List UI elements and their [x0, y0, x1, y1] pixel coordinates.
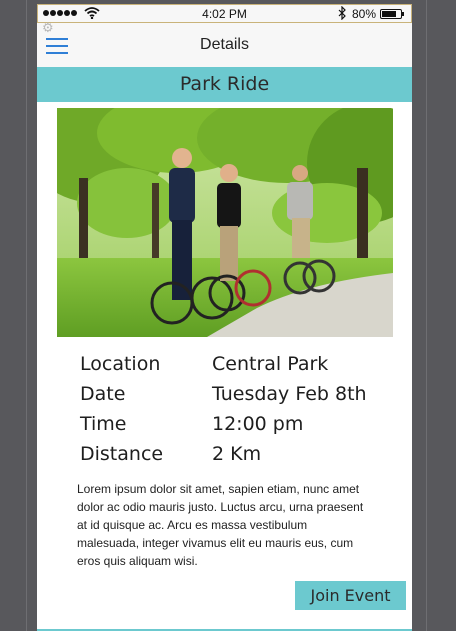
detail-label: Time: [80, 413, 127, 435]
status-bar: 4:02 PM 80%: [37, 4, 412, 23]
event-details: Location Central Park Date Tuesday Feb 8…: [80, 349, 400, 469]
frame-line-left: [26, 0, 27, 631]
detail-row-time: Time 12:00 pm: [80, 409, 400, 439]
event-title-banner: Park Ride: [37, 67, 412, 102]
battery-percent: 80%: [352, 7, 377, 21]
detail-row-distance: Distance 2 Km: [80, 439, 400, 469]
nav-title: Details: [200, 36, 249, 53]
phone-screen: 4:02 PM 80% ⚙ Details Park Ride Location…: [37, 4, 412, 631]
detail-label: Location: [80, 353, 161, 375]
detail-value: Tuesday Feb 8th: [212, 383, 367, 405]
detail-value: Central Park: [212, 353, 329, 375]
event-description: Lorem ipsum dolor sit amet, sapien etiam…: [77, 482, 364, 568]
battery-icon: [380, 9, 402, 19]
detail-label: Distance: [80, 443, 164, 465]
battery-level: [382, 11, 397, 17]
join-event-button[interactable]: Join Event: [295, 581, 406, 610]
gear-icon[interactable]: ⚙: [42, 22, 54, 36]
bluetooth-icon: [338, 6, 346, 20]
detail-row-location: Location Central Park: [80, 349, 400, 379]
frame-line-right: [426, 0, 427, 631]
event-photo: [57, 108, 393, 337]
detail-row-date: Date Tuesday Feb 8th: [80, 379, 400, 409]
battery-tip: [402, 12, 404, 16]
detail-value: 12:00 pm: [212, 413, 304, 435]
detail-value: 2 Km: [212, 443, 262, 465]
detail-label: Date: [80, 383, 126, 405]
nav-bar: ⚙ Details: [37, 22, 412, 67]
